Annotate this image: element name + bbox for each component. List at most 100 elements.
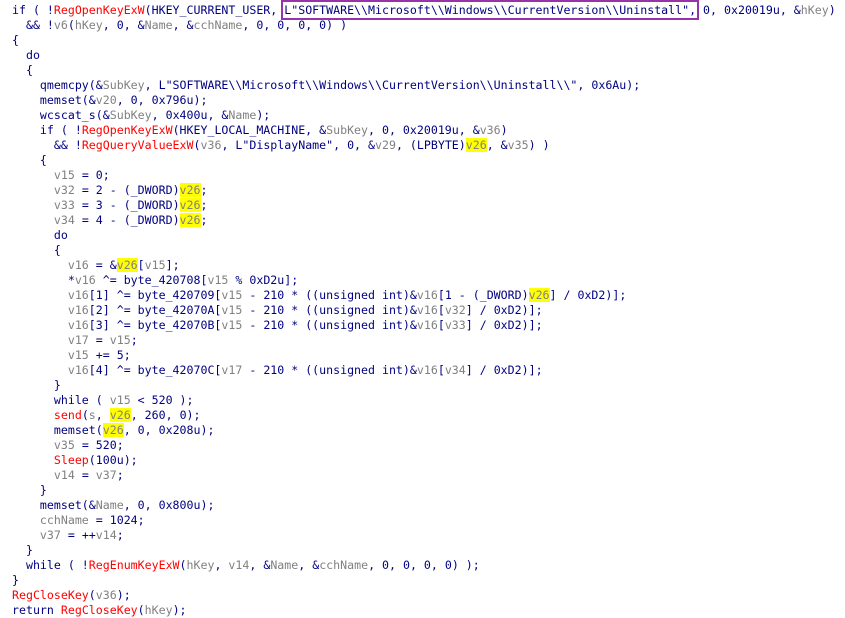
variable-name[interactable]: Name: [270, 558, 298, 572]
variable-name[interactable]: v15: [110, 333, 131, 347]
variable-name[interactable]: hKey: [145, 603, 173, 617]
code-token[interactable]: wcscat_s(&: [40, 108, 110, 122]
code-token[interactable]: && !: [54, 138, 82, 152]
code-token[interactable]: while (: [54, 393, 110, 407]
code-line[interactable]: while ( v15 < 520 );: [12, 393, 842, 408]
variable-name[interactable]: v15: [145, 258, 166, 272]
code-token[interactable]: );: [173, 603, 187, 617]
code-line[interactable]: while ( !RegEnumKeyExW(hKey, v14, &Name,…: [12, 558, 842, 573]
code-token[interactable]: );: [256, 108, 270, 122]
code-token[interactable]: ,: [214, 558, 228, 572]
variable-name[interactable]: v15: [68, 348, 89, 362]
variable-name[interactable]: v29: [375, 138, 396, 152]
function-name[interactable]: RegOpenKeyExW: [82, 123, 173, 137]
variable-name[interactable]: v15: [221, 303, 242, 317]
code-token[interactable]: {: [26, 63, 33, 77]
function-name[interactable]: send: [54, 408, 82, 422]
code-token[interactable]: {: [54, 243, 61, 257]
code-line[interactable]: v37 = ++v14;: [12, 528, 842, 543]
variable-name[interactable]: v16: [68, 258, 89, 272]
variable-name[interactable]: v32: [54, 183, 75, 197]
function-name[interactable]: RegCloseKey: [12, 588, 89, 602]
code-token[interactable]: do: [54, 228, 68, 242]
highlighted-variable[interactable]: v26: [116, 258, 138, 272]
variable-name[interactable]: v32: [445, 303, 466, 317]
variable-name[interactable]: cchName: [194, 18, 243, 32]
code-line[interactable]: }: [12, 543, 842, 558]
code-token[interactable]: ;: [201, 213, 208, 227]
variable-name[interactable]: v33: [54, 198, 75, 212]
code-line[interactable]: v16[3] ^= byte_42070B[v15 - 210 * ((unsi…: [12, 318, 842, 333]
code-token[interactable]: ] / 0xD2)];: [466, 363, 543, 377]
code-line[interactable]: v17 = v15;: [12, 333, 842, 348]
variable-name[interactable]: v16: [68, 318, 89, 332]
variable-name[interactable]: v15: [221, 288, 242, 302]
function-name[interactable]: Sleep: [54, 453, 89, 467]
code-token[interactable]: = 0;: [75, 168, 110, 182]
code-line[interactable]: v35 = 520;: [12, 438, 842, 453]
variable-name[interactable]: v16: [75, 273, 96, 287]
code-token[interactable]: - 210 * ((unsigned int)&: [242, 318, 417, 332]
code-token[interactable]: - 210 * ((unsigned int)&: [242, 363, 417, 377]
variable-name[interactable]: Name: [96, 498, 124, 512]
code-token[interactable]: ;: [201, 183, 208, 197]
code-token[interactable]: return: [12, 603, 61, 617]
code-token[interactable]: [: [438, 318, 445, 332]
code-line[interactable]: send(s, v26, 260, 0);: [12, 408, 842, 423]
code-token[interactable]: , &: [249, 558, 270, 572]
variable-name[interactable]: v14: [228, 558, 249, 572]
variable-name[interactable]: Name: [228, 108, 256, 122]
code-token[interactable]: = &: [89, 258, 117, 272]
code-token[interactable]: [: [438, 363, 445, 377]
variable-name[interactable]: v17: [68, 333, 89, 347]
code-token[interactable]: [3] ^= byte_42070B[: [89, 318, 222, 332]
variable-name[interactable]: v17: [221, 363, 242, 377]
function-name[interactable]: RegCloseKey: [61, 603, 138, 617]
code-token[interactable]: [: [438, 303, 445, 317]
code-token[interactable]: *: [68, 273, 75, 287]
code-token[interactable]: (: [138, 603, 145, 617]
code-token[interactable]: ] / 0xD2)];: [466, 318, 543, 332]
code-line[interactable]: v34 = 4 - (_DWORD)v26;: [12, 213, 842, 228]
code-line[interactable]: && !v6(hKey, 0, &Name, &cchName, 0, 0, 0…: [12, 18, 842, 33]
code-token[interactable]: memset(: [54, 423, 103, 437]
code-token[interactable]: (HKEY_LOCAL_MACHINE, &: [173, 123, 327, 137]
code-token[interactable]: [: [138, 258, 145, 272]
code-line[interactable]: RegCloseKey(v36);: [12, 588, 842, 603]
code-token[interactable]: , (LPBYTE): [396, 138, 466, 152]
code-token[interactable]: }: [54, 378, 61, 392]
variable-name[interactable]: v16: [68, 363, 89, 377]
highlighted-variable[interactable]: v26: [465, 138, 487, 152]
code-token[interactable]: ];: [166, 258, 180, 272]
variable-name[interactable]: v37: [96, 468, 117, 482]
highlighted-variable[interactable]: v26: [109, 408, 131, 422]
code-token[interactable]: ) ): [529, 138, 550, 152]
function-name[interactable]: RegQueryValueExW: [82, 138, 194, 152]
code-token[interactable]: - 210 * ((unsigned int)&: [242, 303, 417, 317]
code-line[interactable]: do: [12, 228, 842, 243]
code-token[interactable]: while ( !: [26, 558, 89, 572]
code-token[interactable]: if ( !: [40, 123, 82, 137]
code-line[interactable]: {: [12, 153, 842, 168]
code-line[interactable]: memset(&Name, 0, 0x800u);: [12, 498, 842, 513]
variable-name[interactable]: s: [89, 408, 96, 422]
code-token[interactable]: ] / 0xD2)];: [550, 288, 627, 302]
variable-name[interactable]: v36: [96, 588, 117, 602]
code-token[interactable]: =: [75, 468, 96, 482]
highlighted-variable[interactable]: v26: [179, 198, 201, 212]
variable-name[interactable]: v35: [508, 138, 529, 152]
code-token[interactable]: memset(&: [40, 93, 96, 107]
variable-name[interactable]: v14: [96, 528, 117, 542]
code-line[interactable]: {: [12, 63, 842, 78]
code-token[interactable]: [1 - (_DWORD): [438, 288, 529, 302]
code-line[interactable]: v14 = v37;: [12, 468, 842, 483]
variable-name[interactable]: v34: [445, 363, 466, 377]
code-line[interactable]: {: [12, 33, 842, 48]
variable-name[interactable]: v6: [54, 18, 68, 32]
code-line[interactable]: v16[1] ^= byte_420709[v15 - 210 * ((unsi…: [12, 288, 842, 303]
code-line[interactable]: cchName = 1024;: [12, 513, 842, 528]
code-token[interactable]: memset(&: [40, 498, 96, 512]
code-token[interactable]: qmemcpy(&: [40, 78, 103, 92]
highlighted-variable[interactable]: v26: [179, 183, 201, 197]
variable-name[interactable]: v15: [221, 318, 242, 332]
